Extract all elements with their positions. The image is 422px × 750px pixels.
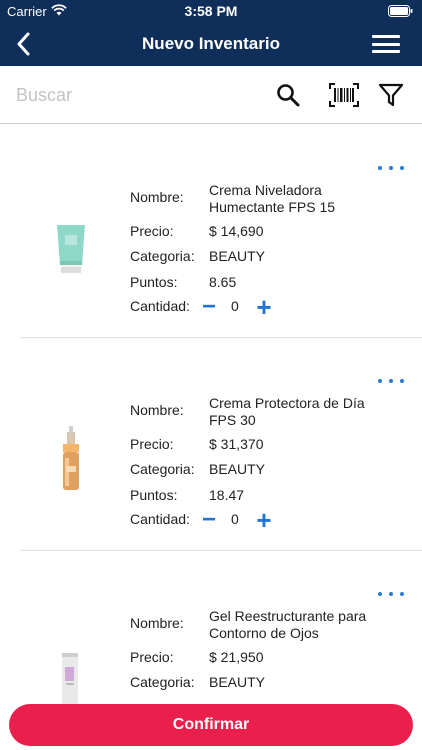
- price-label: Precio:: [130, 223, 174, 239]
- battery-icon: [388, 5, 413, 17]
- product-price: $ 21,950: [209, 649, 264, 665]
- name-label: Nombre:: [130, 615, 184, 631]
- product-category: BEAUTY: [209, 461, 266, 477]
- name-label: Nombre:: [130, 189, 184, 205]
- product-price: $ 31,370: [209, 436, 264, 452]
- increase-quantity-button[interactable]: +: [253, 294, 275, 320]
- confirm-button[interactable]: Confirmar: [9, 704, 413, 746]
- product-category: BEAUTY: [209, 248, 266, 264]
- more-options-button[interactable]: [378, 587, 404, 601]
- barcode-scan-button[interactable]: [328, 79, 360, 111]
- product-card: Nombre: Crema Protectora de Día FPS 30 P…: [0, 338, 422, 551]
- product-points: 18.47: [209, 487, 245, 503]
- product-image: [63, 426, 79, 490]
- product-image: [57, 225, 85, 273]
- page-title: Nuevo Inventario: [142, 34, 280, 53]
- more-options-button[interactable]: [378, 161, 404, 175]
- barcode-scan-icon: [329, 83, 359, 107]
- search-bar: [0, 66, 422, 124]
- more-options-button[interactable]: [378, 374, 404, 388]
- more-dots-icon: [378, 592, 382, 596]
- search-icon: [277, 84, 300, 107]
- decrease-quantity-button[interactable]: −: [199, 508, 219, 532]
- status-bar: Carrier 3:58 PM: [0, 0, 422, 22]
- points-label: Puntos:: [130, 274, 178, 290]
- more-dots-icon: [378, 379, 382, 383]
- name-label: Nombre:: [130, 402, 184, 418]
- screen: Carrier 3:58 PM Nuevo Inventario Buscar …: [0, 0, 422, 750]
- category-label: Categoria:: [130, 674, 195, 690]
- status-time: 3:58 PM: [184, 3, 238, 19]
- app-header: Carrier 3:58 PM Nuevo Inventario: [0, 0, 422, 66]
- filter-icon: [378, 83, 404, 107]
- filter-button[interactable]: [375, 79, 407, 111]
- back-button[interactable]: [8, 28, 38, 60]
- chevron-left-icon: [17, 32, 30, 56]
- category-label: Categoria:: [130, 461, 195, 477]
- decrease-quantity-button[interactable]: −: [199, 295, 219, 319]
- product-category: BEAUTY: [209, 674, 266, 690]
- product-price: $ 14,690: [209, 223, 264, 239]
- nav-bar: Nuevo Inventario: [0, 22, 422, 66]
- hamburger-menu-icon: [372, 35, 400, 38]
- product-card: Nombre: Crema Niveladora Humectante FPS …: [0, 125, 422, 338]
- price-label: Precio:: [130, 436, 174, 452]
- price-label: Precio:: [130, 649, 174, 665]
- product-name: Crema Niveladora Humectante FPS 15: [209, 182, 336, 215]
- search-input[interactable]: [16, 78, 256, 112]
- product-name: Crema Protectora de Día FPS 30: [209, 395, 365, 428]
- quantity-value: 0: [231, 511, 239, 527]
- increase-quantity-button[interactable]: +: [253, 507, 275, 533]
- menu-button[interactable]: [372, 32, 400, 56]
- quantity-value: 0: [231, 298, 239, 314]
- points-label: Puntos:: [130, 487, 178, 503]
- quantity-label: Cantidad:: [130, 511, 190, 527]
- more-dots-icon: [378, 166, 382, 170]
- product-name: Gel Reestructurante para Contorno de Ojo…: [209, 608, 367, 641]
- category-label: Categoria:: [130, 248, 195, 264]
- quantity-label: Cantidad:: [130, 298, 190, 314]
- product-list: Nombre: Crema Niveladora Humectante FPS …: [0, 125, 422, 750]
- search-button[interactable]: [272, 79, 304, 111]
- product-points: 8.65: [209, 274, 237, 290]
